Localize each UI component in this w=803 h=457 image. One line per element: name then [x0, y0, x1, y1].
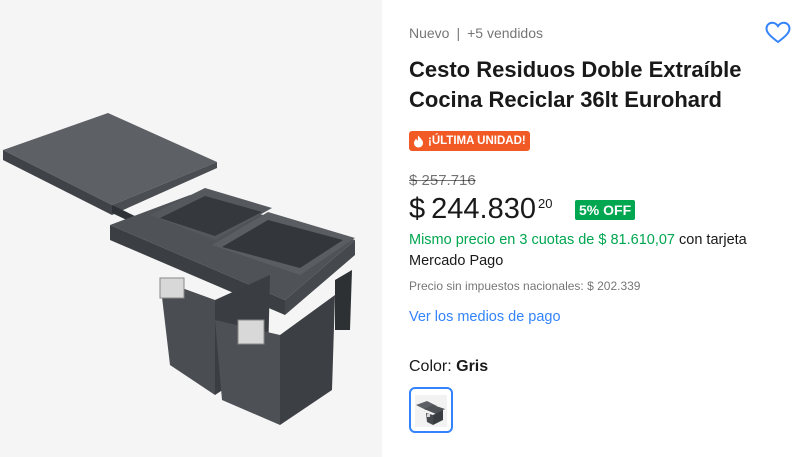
flame-icon: [414, 135, 423, 147]
condition-label: Nuevo: [409, 25, 450, 41]
current-price: $244.830 20: [409, 191, 552, 227]
price-without-taxes: Precio sin impuestos nacionales: $ 202.3…: [409, 279, 641, 293]
color-variant-label: Color: Gris: [409, 358, 488, 376]
product-info-panel: Nuevo | +5 vendidos Cesto Residuos Doble E…: [409, 0, 794, 457]
product-image: [3, 113, 355, 425]
installments-highlight: Mismo precio en 3 cuotas de $ 81.610,07: [409, 232, 675, 248]
swatch-thumbnail: [415, 395, 447, 427]
badge-label: ¡ÚLTIMA UNIDAD!: [428, 135, 526, 147]
last-unit-badge: ¡ÚLTIMA UNIDAD!: [409, 131, 530, 151]
color-swatch-gris[interactable]: [409, 387, 453, 433]
discount-badge: 5% OFF: [575, 200, 636, 220]
product-title: Cesto Residuos Doble Extraíble Cocina Re…: [409, 57, 742, 112]
price-cents: 20: [537, 196, 553, 211]
payment-methods-link[interactable]: Ver los medios de pago: [409, 309, 561, 325]
product-image-gallery[interactable]: [0, 0, 382, 457]
installments-info: Mismo precio en 3 cuotas de $ 81.610,07 …: [409, 230, 784, 272]
product-subtitle: Nuevo | +5 vendidos: [409, 25, 543, 41]
color-label-prefix: Color:: [409, 358, 457, 375]
sold-count: +5 vendidos: [467, 25, 544, 41]
subtitle-separator: |: [456, 25, 461, 41]
original-price: $ 257.716: [409, 172, 476, 189]
color-selected-value: Gris: [456, 358, 489, 375]
price-amount: 244.830: [431, 193, 536, 225]
heart-outline-icon[interactable]: [764, 19, 792, 47]
price-currency: $: [409, 193, 426, 225]
